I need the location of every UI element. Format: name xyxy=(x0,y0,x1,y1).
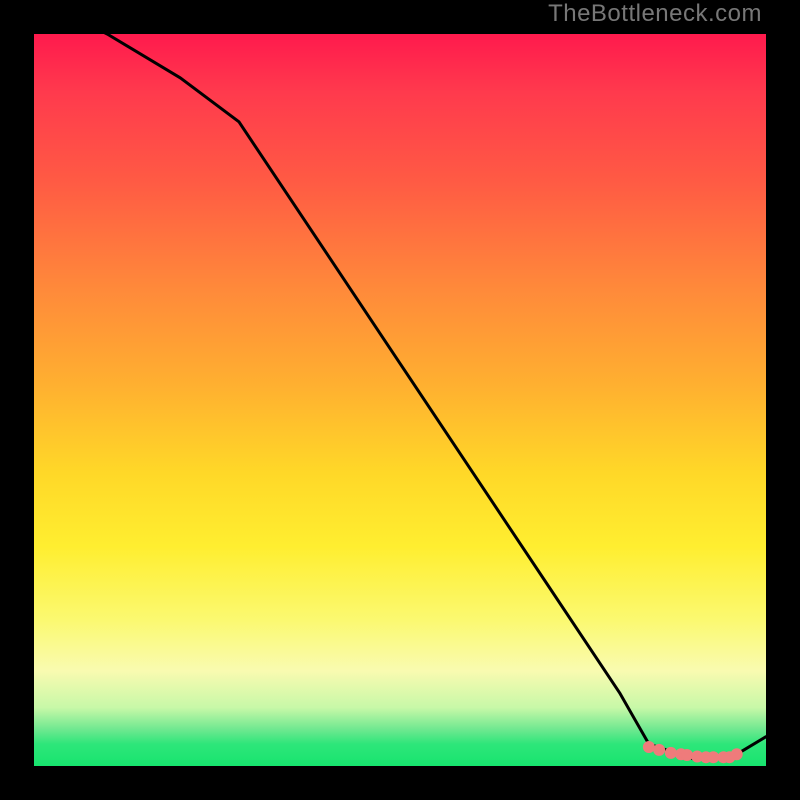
highlight-dot xyxy=(731,748,743,760)
highlight-dot xyxy=(665,747,677,759)
chart-overlay xyxy=(34,34,766,766)
highlight-dot xyxy=(681,749,693,761)
highlight-dots xyxy=(643,741,743,763)
watermark-text: TheBottleneck.com xyxy=(548,0,762,28)
line-series-curve xyxy=(34,0,766,759)
highlight-dot xyxy=(653,744,665,756)
chart-frame: TheBottleneck.com xyxy=(0,0,800,800)
chart-curve xyxy=(34,0,766,759)
highlight-dot xyxy=(707,751,719,763)
highlight-dot xyxy=(643,741,655,753)
